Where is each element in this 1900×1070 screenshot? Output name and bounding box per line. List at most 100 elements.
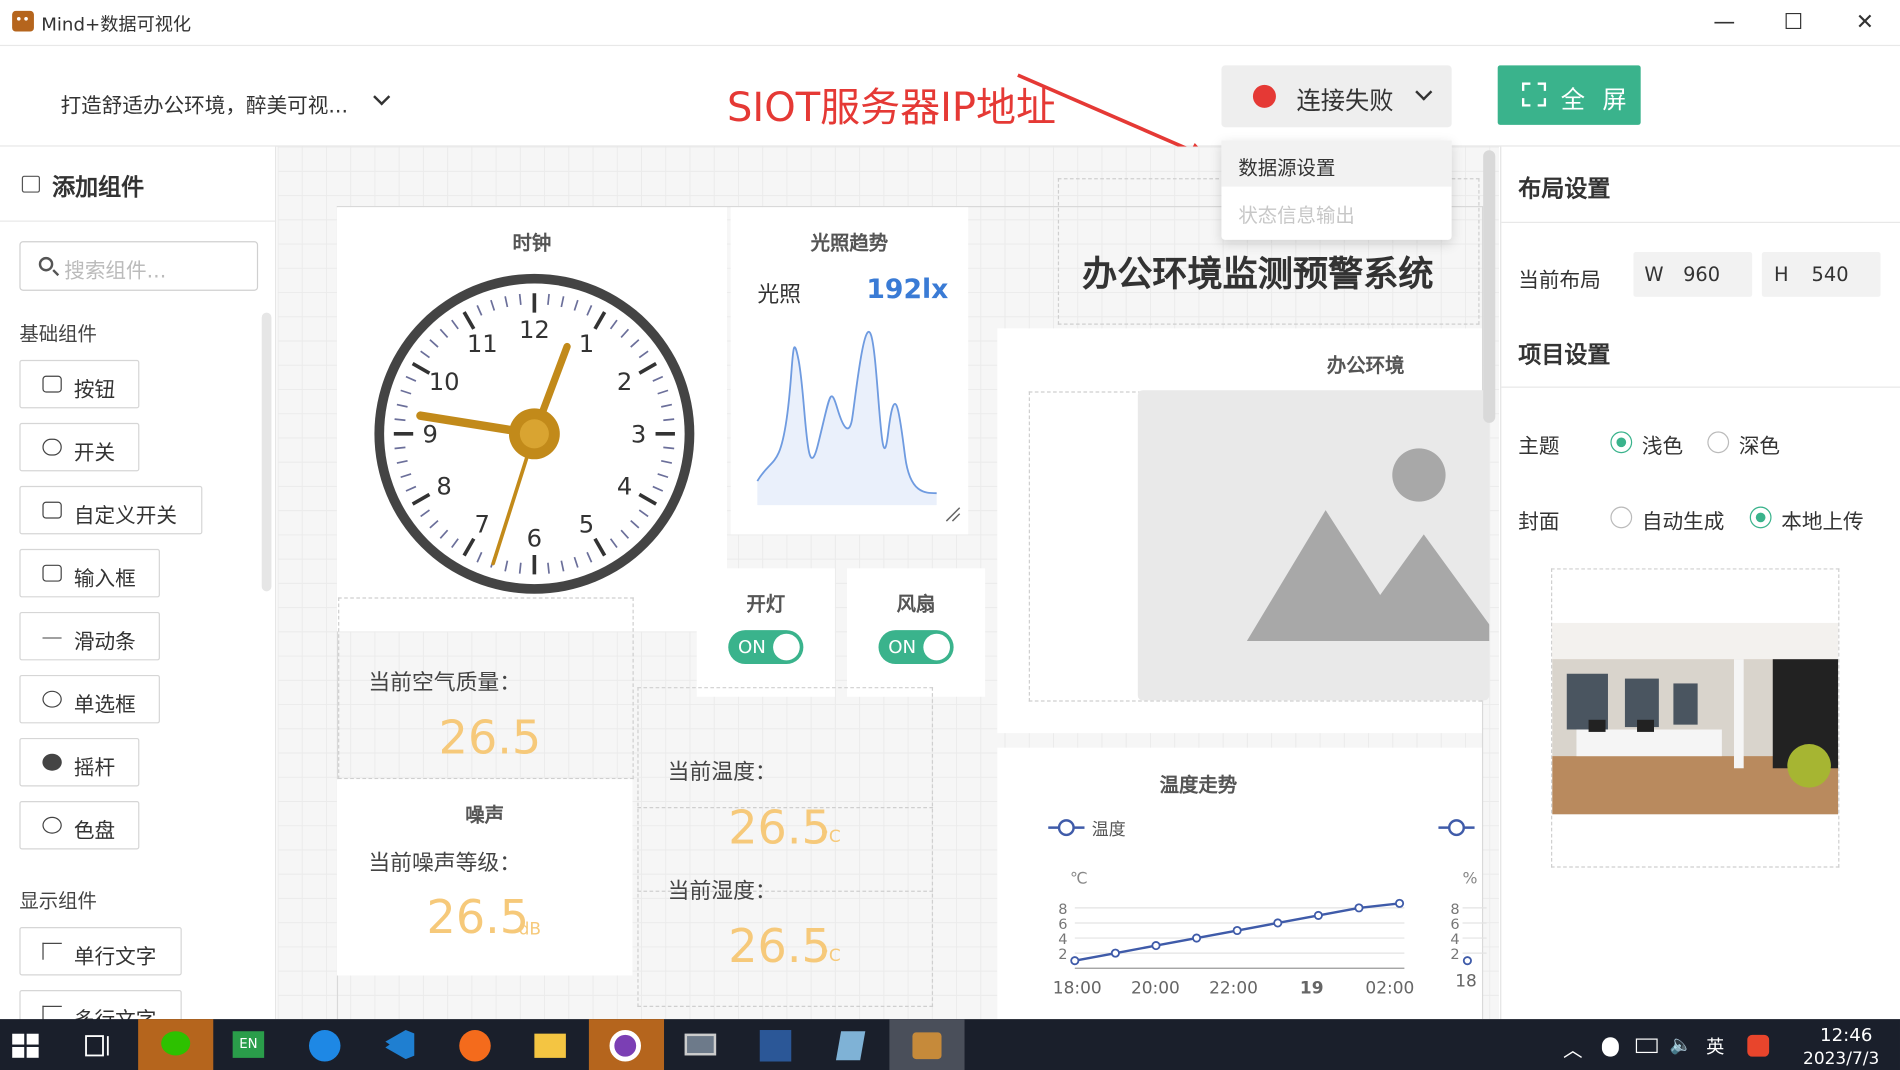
component-custom-switch[interactable]: 自定义开关	[19, 485, 203, 535]
windows-start-icon[interactable]	[12, 1033, 39, 1058]
clock-number: 3	[631, 420, 646, 448]
vscode-taskbar-icon[interactable]	[364, 1019, 439, 1070]
fullscreen-button[interactable]: 全 屏	[1497, 65, 1641, 125]
joystick-icon	[42, 753, 62, 771]
en-taskbar-icon[interactable]: EN	[213, 1019, 288, 1070]
clock-date[interactable]: 2023/7/3	[1803, 1049, 1879, 1068]
panel-scrollbar[interactable]	[261, 312, 272, 592]
component-color-picker[interactable]: 色盘	[19, 800, 140, 850]
theme-dark-radio[interactable]	[1707, 431, 1730, 454]
sogou-input-icon[interactable]	[1747, 1034, 1770, 1057]
firefox-taskbar-icon[interactable]	[439, 1019, 514, 1070]
component-joystick[interactable]: 摇杆	[19, 737, 140, 787]
humidity-value: 26.5	[728, 919, 831, 974]
clock-title: 时钟	[512, 231, 552, 255]
monitor-taskbar-icon[interactable]	[664, 1019, 739, 1070]
volume-icon[interactable]: 🔈	[1670, 1034, 1693, 1056]
close-button[interactable]: ✕	[1843, 7, 1887, 39]
light-label: 光照	[757, 282, 801, 308]
browser-taskbar-icon[interactable]	[288, 1019, 363, 1070]
y-tick-label: 8	[1058, 902, 1067, 918]
data-point	[1151, 941, 1161, 951]
resize-handle-icon[interactable]	[944, 505, 961, 522]
cover-upload-radio[interactable]	[1749, 506, 1772, 529]
palette-icon	[42, 816, 62, 834]
word-taskbar-icon[interactable]	[739, 1019, 814, 1070]
cover-auto-label: 自动生成	[1641, 510, 1725, 535]
y-axis-unit-2: %	[1462, 870, 1478, 889]
paint-taskbar-icon[interactable]	[588, 1019, 665, 1070]
theme-light-radio[interactable]	[1610, 431, 1633, 454]
light-switch-card: 开灯 ON	[696, 568, 835, 697]
theme-dark-label: 深色	[1738, 435, 1781, 460]
data-point	[1192, 933, 1202, 943]
clock-tick	[547, 562, 550, 574]
task-view-icon[interactable]	[85, 1034, 112, 1058]
theme-light-label: 浅色	[1641, 435, 1684, 460]
component-slider[interactable]: 滑动条	[19, 611, 160, 661]
tray-expand-icon[interactable]: ︿	[1563, 1034, 1582, 1063]
mindplus-taskbar-icon[interactable]	[889, 1019, 965, 1070]
network-icon[interactable]	[1635, 1038, 1658, 1054]
fullscreen-icon	[1521, 82, 1547, 107]
temp-trend-chart: 8642 18:00 20:00 22:00 19 02:00	[1053, 898, 1414, 998]
taskbar: EN ︿ 🔈 英 12:46 2023/7/3	[0, 1019, 1900, 1070]
file-explorer-taskbar-icon[interactable]	[514, 1019, 589, 1070]
ime-indicator[interactable]: 英	[1706, 1034, 1724, 1059]
wechat-taskbar-icon[interactable]	[138, 1019, 214, 1070]
search-input[interactable]: 搜索组件...	[19, 241, 259, 291]
canvas-scrollbar[interactable]	[1483, 150, 1496, 423]
width-field[interactable]: W 960	[1633, 252, 1753, 297]
project-name[interactable]: 打造舒适办公环境，醉美可视...	[61, 88, 348, 119]
cover-auto-radio[interactable]	[1610, 506, 1633, 529]
dashboard-main-title: 办公环境监测预警系统	[1082, 253, 1434, 295]
height-field[interactable]: H 540	[1761, 252, 1881, 297]
connection-status-button[interactable]: 连接失败	[1221, 65, 1452, 128]
tool-taskbar-icon[interactable]	[814, 1019, 889, 1070]
component-single-text[interactable]: 单行文字	[19, 927, 182, 976]
x-tick-label: 02:00	[1365, 978, 1414, 998]
component-radio[interactable]: 单选框	[19, 674, 160, 724]
section-display: 显示组件	[19, 889, 97, 913]
light-toggle[interactable]: ON	[728, 630, 804, 665]
humidity-label: 当前湿度：	[667, 878, 777, 904]
button-icon	[42, 375, 62, 393]
window-title: Mind+数据可视化	[41, 13, 192, 36]
noise-unit: dB	[518, 919, 542, 940]
minimize-button[interactable]: —	[1702, 7, 1746, 39]
theme-label: 主题	[1518, 435, 1560, 460]
y-tick-label: 4	[1058, 932, 1067, 948]
clock-number: 5	[579, 511, 594, 539]
fan-toggle[interactable]: ON	[878, 630, 954, 665]
switch-icon	[42, 438, 62, 456]
x-tick-label: 22:00	[1209, 978, 1258, 998]
noise-card[interactable]: 噪声 当前噪声等级： 26.5 dB	[336, 779, 633, 976]
menu-item-datasource[interactable]: 数据源设置	[1221, 140, 1452, 187]
component-input[interactable]: 输入框	[19, 548, 160, 598]
y-tick-label: 2	[1058, 947, 1067, 963]
connection-dropdown-menu: 数据源设置 状态信息输出	[1221, 140, 1452, 240]
clock-tick	[394, 446, 406, 450]
data-point	[1273, 918, 1283, 928]
light-trend-card[interactable]: 光照趋势 光照 192lx	[730, 207, 969, 535]
legend-marker-icon	[1048, 819, 1085, 837]
clock-time[interactable]: 12:46	[1820, 1024, 1872, 1046]
data-point	[1354, 903, 1364, 913]
maximize-button[interactable]: ☐	[1772, 7, 1816, 39]
project-chevron-down-icon[interactable]	[373, 88, 391, 106]
project-settings-title: 项目设置	[1518, 341, 1611, 369]
temp-trend-card[interactable]: 温度走势 温度 ℃ % 8 6 4 2 18:00 20:00 22:00 19 02:00 8…	[997, 747, 1487, 1020]
light-trend-sparkline	[756, 331, 937, 506]
temperature-label: 当前温度：	[667, 759, 777, 786]
annotation-text: SIOT服务器IP地址	[727, 83, 1056, 131]
component-button[interactable]: 按钮	[19, 359, 140, 409]
clock-number: 2	[617, 368, 632, 396]
office-image-card[interactable]: 办公环境	[997, 328, 1490, 734]
y-axis-unit: ℃	[1069, 870, 1088, 889]
clock-number: 12	[519, 316, 550, 344]
humidity-unit: °C	[820, 946, 841, 966]
component-switch[interactable]: 开关	[19, 422, 140, 472]
qq-tray-icon[interactable]	[1601, 1037, 1619, 1057]
data-point	[1232, 925, 1242, 936]
menu-item-status-output[interactable]: 状态信息输出	[1238, 199, 1354, 228]
